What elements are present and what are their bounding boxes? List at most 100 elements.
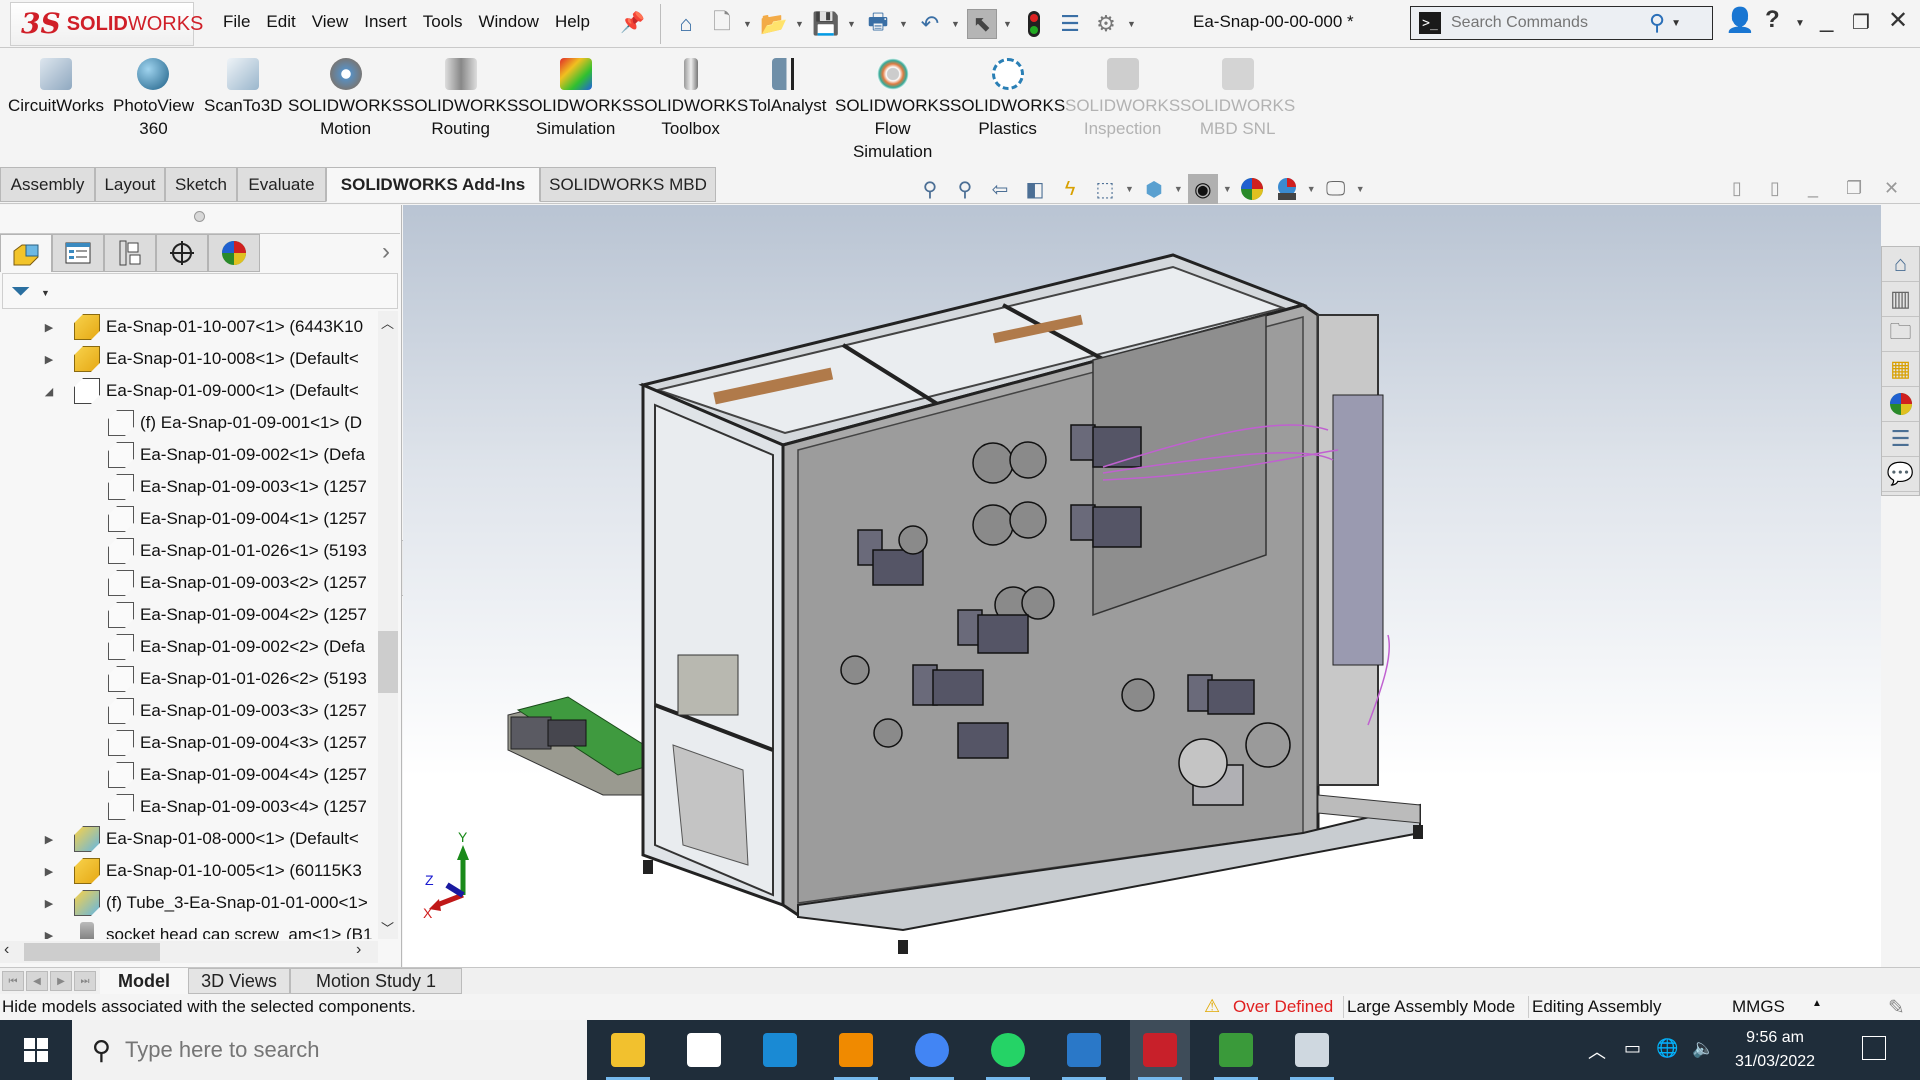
taskbar-app-chrome[interactable]	[902, 1020, 962, 1080]
zoom-to-area-icon[interactable]: ⚲	[950, 174, 980, 204]
tree-vertical-scrollbar[interactable]: ︿ ﹀	[378, 311, 398, 939]
solidworks-plastics-button[interactable]: SOLIDWORKS Plastics	[950, 58, 1065, 140]
display-style-icon[interactable]: ⬢	[1139, 174, 1169, 204]
collapse-arrow-icon[interactable]: ◢	[42, 385, 56, 398]
menu-window[interactable]: Window	[470, 12, 546, 32]
tree-item[interactable]: ▶ (f) Tube_3-Ea-Snap-01-01-000<1>	[0, 887, 378, 919]
panel-splitter-handle[interactable]	[194, 211, 205, 222]
tree-item[interactable]: Ea-Snap-01-09-003<1> (1257	[0, 471, 378, 503]
select-icon[interactable]: ⬉	[967, 9, 997, 39]
tree-item[interactable]: Ea-Snap-01-09-003<2> (1257	[0, 567, 378, 599]
tab-layout[interactable]: Layout	[95, 167, 165, 202]
viewport-restore-icon[interactable]: ❐	[1846, 178, 1862, 199]
previous-view-icon[interactable]: ⇦	[985, 174, 1015, 204]
tree-item[interactable]: Ea-Snap-01-09-002<1> (Defa	[0, 439, 378, 471]
tolanalyst-button[interactable]: TolAnalyst	[749, 58, 826, 117]
view-palette-icon[interactable]: ▦	[1882, 352, 1919, 387]
scroll-right-icon[interactable]: ›	[356, 941, 361, 959]
pin-menu-icon[interactable]: 📌	[620, 10, 645, 35]
filter-icon[interactable]: ⏷	[11, 278, 30, 306]
taskbar-app-file-explorer[interactable]	[598, 1020, 658, 1080]
solidworks-resources-icon[interactable]: ⌂	[1882, 247, 1919, 282]
viewport-left-pane-icon[interactable]: ▯	[1732, 178, 1742, 199]
tab-evaluate[interactable]: Evaluate	[237, 167, 326, 202]
menu-view[interactable]: View	[304, 12, 357, 32]
tree-item[interactable]: (f) Ea-Snap-01-09-001<1> (D	[0, 407, 378, 439]
scroll-thumb-horizontal[interactable]	[24, 943, 160, 961]
close-icon[interactable]: ✕	[1888, 6, 1908, 35]
solidworks-motion-button[interactable]: SOLIDWORKS Motion	[288, 58, 403, 140]
undo-dropdown[interactable]: ▼	[951, 19, 961, 29]
tab-model[interactable]: Model	[100, 968, 188, 994]
user-icon[interactable]: 👤	[1725, 6, 1755, 35]
scroll-down-icon[interactable]: ﹀	[381, 918, 394, 937]
tab-solidworks-add-ins[interactable]: SOLIDWORKS Add-Ins	[326, 167, 540, 202]
tree-item[interactable]: ▶ Ea-Snap-01-10-008<1> (Default<	[0, 343, 378, 375]
taskbar-app-performance-monitor[interactable]	[1282, 1020, 1342, 1080]
photoview-360-button[interactable]: PhotoView 360	[113, 58, 194, 140]
tree-item[interactable]: ▶ Ea-Snap-01-10-007<1> (6443K10	[0, 311, 378, 343]
featuremanager-tab[interactable]	[0, 234, 52, 272]
tree-item[interactable]: Ea-Snap-01-09-004<2> (1257	[0, 599, 378, 631]
taskbar-app-mail[interactable]	[750, 1020, 810, 1080]
scroll-up-icon[interactable]: ︿	[381, 313, 394, 332]
taskbar-app-solidworks-2018[interactable]	[1130, 1020, 1190, 1080]
taskbar-app-internet-download-manager[interactable]	[1206, 1020, 1266, 1080]
expand-arrow-icon[interactable]: ▶	[42, 833, 56, 846]
search-dropdown[interactable]: ▼	[1671, 18, 1681, 29]
taskbar-app-photos[interactable]	[1054, 1020, 1114, 1080]
new-dropdown[interactable]: ▼	[743, 19, 753, 29]
prev-tab-icon[interactable]: ◀	[26, 971, 48, 991]
tree-item[interactable]: ▶ socket head cap screw_am<1> (B1	[0, 919, 378, 939]
new-document-icon[interactable]: 🗋	[707, 9, 737, 39]
tree-item[interactable]: Ea-Snap-01-01-026<2> (5193	[0, 663, 378, 695]
tree-item[interactable]: Ea-Snap-01-09-004<1> (1257	[0, 503, 378, 535]
tree-item[interactable]: ▶ Ea-Snap-01-08-000<1> (Default<	[0, 823, 378, 855]
tree-item[interactable]: Ea-Snap-01-09-004<4> (1257	[0, 759, 378, 791]
rebuild-icon[interactable]	[1019, 9, 1049, 39]
units-up-arrow-icon[interactable]: ▲	[1812, 998, 1822, 1009]
file-explorer-icon[interactable]: 🗀	[1882, 317, 1919, 352]
hide-show-dropdown[interactable]: ▼	[1223, 184, 1232, 194]
help-icon[interactable]: ?	[1765, 6, 1780, 34]
menu-tools[interactable]: Tools	[415, 12, 471, 32]
tab-solidworks-mbd[interactable]: SOLIDWORKS MBD	[540, 167, 716, 202]
dimxpertmanager-tab[interactable]	[156, 234, 208, 272]
open-icon[interactable]: 📂	[759, 9, 789, 39]
unit-system-selector[interactable]: MMGS	[1732, 997, 1785, 1017]
scroll-left-icon[interactable]: ‹	[4, 941, 9, 959]
zoom-to-fit-icon[interactable]: ⚲	[915, 174, 945, 204]
viewport-right-pane-icon[interactable]: ▯	[1770, 178, 1780, 199]
print-icon[interactable]: 🖶	[863, 9, 893, 39]
system-clock[interactable]: 9:56 am 31/03/2022	[1735, 1026, 1815, 1074]
hide-show-items-icon[interactable]: ◉	[1187, 174, 1218, 204]
tree-horizontal-scrollbar[interactable]: ‹ ›	[0, 941, 378, 963]
options-icon[interactable]: ⚙	[1091, 9, 1121, 39]
search-icon[interactable]: ⚲	[1649, 10, 1665, 36]
tab-assembly[interactable]: Assembly	[0, 167, 95, 202]
tree-item[interactable]: Ea-Snap-01-09-003<4> (1257	[0, 791, 378, 823]
tree-item[interactable]: ◢ Ea-Snap-01-09-000<1> (Default<	[0, 375, 378, 407]
view-orientation-dropdown[interactable]: ▼	[1125, 184, 1134, 194]
start-button[interactable]	[0, 1020, 72, 1080]
view-settings-icon[interactable]: 🖵	[1321, 174, 1351, 204]
solidworks-toolbox-button[interactable]: SOLIDWORKS Toolbox	[633, 58, 748, 140]
search-commands-input[interactable]	[1451, 14, 1641, 32]
menu-edit[interactable]: Edit	[258, 12, 303, 32]
menu-help[interactable]: Help	[547, 12, 598, 32]
solidworks-simulation-button[interactable]: SOLIDWORKS Simulation	[518, 58, 633, 140]
display-style-dropdown[interactable]: ▼	[1174, 184, 1183, 194]
viewport-close-icon[interactable]: ✕	[1884, 178, 1899, 199]
more-tabs-chevron-icon[interactable]: ›	[382, 238, 390, 266]
view-orientation-icon[interactable]: ⬚	[1090, 174, 1120, 204]
scroll-thumb[interactable]	[378, 631, 398, 693]
volume-icon[interactable]: 🔈	[1692, 1038, 1714, 1059]
scanto3d-button[interactable]: ScanTo3D	[204, 58, 282, 117]
appearances-scenes-icon[interactable]	[1882, 387, 1919, 422]
tree-item[interactable]: Ea-Snap-01-09-003<3> (1257	[0, 695, 378, 727]
save-icon[interactable]: 💾	[811, 9, 841, 39]
first-tab-icon[interactable]: ⏮	[2, 971, 24, 991]
custom-properties-icon[interactable]: ☰	[1882, 422, 1919, 457]
solidworks-logo[interactable]: 3S SOLIDWORKS	[10, 2, 203, 46]
propertymanager-tab[interactable]	[52, 234, 104, 272]
